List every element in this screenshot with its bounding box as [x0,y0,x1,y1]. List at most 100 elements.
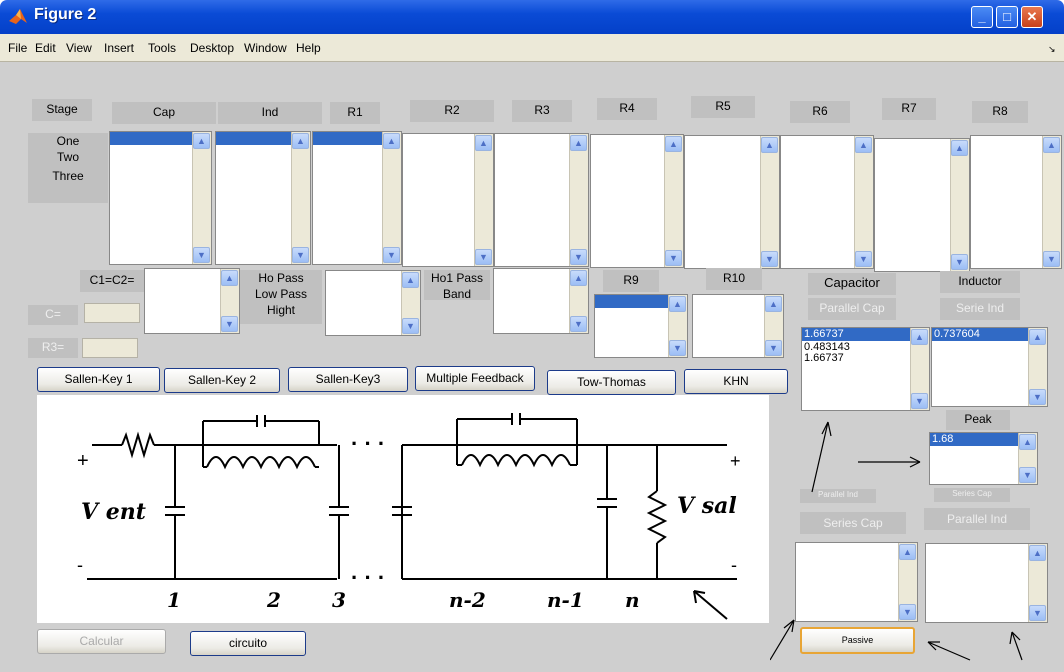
scroll-down-icon[interactable]: ▼ [292,247,309,263]
menu-insert[interactable]: Insert [104,41,134,55]
scroll-down-icon[interactable]: ▼ [669,340,686,356]
stage-label: Stage [32,99,92,121]
menu-edit[interactable]: Edit [35,41,56,55]
sallen-key-1-button[interactable]: Sallen-Key 1 [37,367,160,392]
ho-pass-line1: Ho Pass [258,271,304,285]
dots-bottom: · · · [351,565,385,590]
scroll-up-icon[interactable]: ▲ [1029,329,1046,345]
r6-listbox[interactable]: ▲ ▼ [780,135,874,269]
arrow-left-icon [927,641,971,661]
c-input[interactable] [84,303,140,323]
menu-window[interactable]: Window [244,41,287,55]
scroll-up-icon[interactable]: ▲ [1043,137,1060,153]
capacitor-values-listbox[interactable]: 1.66737 0.483143 1.66737 ▲ ▼ [801,327,930,411]
scroll-up-icon[interactable]: ▲ [761,137,778,153]
scroll-up-icon[interactable]: ▲ [665,136,682,152]
scroll-down-icon[interactable]: ▼ [951,254,968,270]
scroll-up-icon[interactable]: ▲ [292,133,309,149]
r9-label: R9 [603,270,659,292]
scroll-down-icon[interactable]: ▼ [1043,251,1060,267]
parallel-cap-label: Parallel Cap [808,298,896,320]
scroll-up-icon[interactable]: ▲ [570,135,587,151]
maximize-button[interactable]: □ [996,6,1018,28]
scroll-up-icon[interactable]: ▲ [193,133,210,149]
scroll-up-icon[interactable]: ▲ [383,133,400,149]
ind-listbox[interactable]: ▲ ▼ [215,131,311,265]
c1c2-listbox[interactable]: ▲ ▼ [144,268,240,334]
menu-view[interactable]: View [66,41,92,55]
menu-desktop[interactable]: Desktop [190,41,234,55]
khn-button[interactable]: KHN [684,369,788,394]
scroll-up-icon[interactable]: ▲ [855,137,872,153]
r4-listbox[interactable]: ▲ ▼ [590,134,684,268]
scroll-down-icon[interactable]: ▼ [1029,389,1046,405]
scroll-up-icon[interactable]: ▲ [669,296,686,312]
title-bar: Figure 2 _ □ ✕ [0,0,1064,34]
v-sal-label: V sal [677,493,737,519]
ind-value-1[interactable]: 0.737604 [932,328,1028,341]
scroll-down-icon[interactable]: ▼ [911,393,928,409]
v-ent-label: V ent [81,499,146,525]
scroll-up-icon[interactable]: ▲ [402,272,419,288]
arrow-up-icon [811,421,829,493]
stage-item-two[interactable]: Two [28,148,108,166]
multiple-feedback-button[interactable]: Multiple Feedback [415,366,535,391]
sallen-key-3-button[interactable]: Sallen-Key3 [288,367,408,392]
menu-help[interactable]: Help [296,41,321,55]
cap-listbox[interactable]: ▲ ▼ [109,131,212,265]
arrow-upright-icon [770,619,795,661]
scroll-down-icon[interactable]: ▼ [570,249,587,265]
r3-input[interactable] [82,338,138,358]
circuit-plus-left: + [77,450,89,472]
minimize-button[interactable]: _ [971,6,993,28]
ho1-listbox[interactable]: ▲ ▼ [493,268,589,334]
r10-label: R10 [706,268,762,290]
scroll-up-icon[interactable]: ▲ [475,135,492,151]
scroll-down-icon[interactable]: ▼ [570,316,587,332]
node-3: 3 [332,588,346,612]
r2-listbox[interactable]: ▲ ▼ [402,133,494,267]
scroll-down-icon[interactable]: ▼ [221,316,238,332]
r7-listbox[interactable]: ▲ ▼ [874,138,970,272]
scroll-down-icon[interactable]: ▼ [765,340,782,356]
dock-arrow-icon[interactable]: ↘ [1048,44,1056,55]
stage-list[interactable]: One Two Three [28,133,108,203]
circuito-button[interactable]: circuito [190,631,306,656]
sallen-key-2-button[interactable]: Sallen-Key 2 [164,368,280,393]
scroll-up-icon[interactable]: ▲ [911,329,928,345]
r5-listbox[interactable]: ▲ ▼ [684,135,780,269]
scroll-down-icon[interactable]: ▼ [855,251,872,267]
r8-header: R8 [972,101,1028,123]
stage-item-one[interactable]: One [28,133,108,148]
cap-value-3[interactable]: 1.66737 [804,353,844,364]
ho1-pass-label: Ho1 Pass Band [424,270,490,301]
close-button[interactable]: ✕ [1021,6,1043,28]
c-equals-label: C= [28,305,78,325]
menu-file[interactable]: File [8,41,27,55]
capacitor-label: Capacitor [808,273,896,295]
scroll-down-icon[interactable]: ▼ [761,251,778,267]
scroll-down-icon[interactable]: ▼ [402,318,419,334]
calcular-button[interactable]: Calcular [37,629,166,654]
menu-tools[interactable]: Tools [148,41,176,55]
scroll-up-icon[interactable]: ▲ [951,140,968,156]
scroll-up-icon[interactable]: ▲ [570,270,587,286]
scroll-down-icon[interactable]: ▼ [383,247,400,263]
scroll-down-icon[interactable]: ▼ [475,249,492,265]
inductor-values-listbox[interactable]: 0.737604 ▲ ▼ [931,327,1048,407]
r8-listbox[interactable]: ▲ ▼ [970,135,1062,269]
r3-listbox[interactable]: ▲ ▼ [494,133,589,267]
scroll-down-icon[interactable]: ▼ [665,250,682,266]
r9-listbox[interactable]: ▲ ▼ [594,294,688,358]
ho-pass-line3: Hight [266,303,295,317]
stage-item-three[interactable]: Three [28,166,108,186]
r10-listbox[interactable]: ▲ ▼ [692,294,784,358]
node-n-2: n-2 [449,588,486,612]
cap-value-1[interactable]: 1.66737 [802,328,910,341]
scroll-down-icon[interactable]: ▼ [193,247,210,263]
scroll-up-icon[interactable]: ▲ [765,296,782,312]
tow-thomas-button[interactable]: Tow-Thomas [547,370,676,395]
ho-listbox[interactable]: ▲ ▼ [325,270,421,336]
scroll-up-icon[interactable]: ▲ [221,270,238,286]
r1-listbox[interactable]: ▲ ▼ [312,131,402,265]
